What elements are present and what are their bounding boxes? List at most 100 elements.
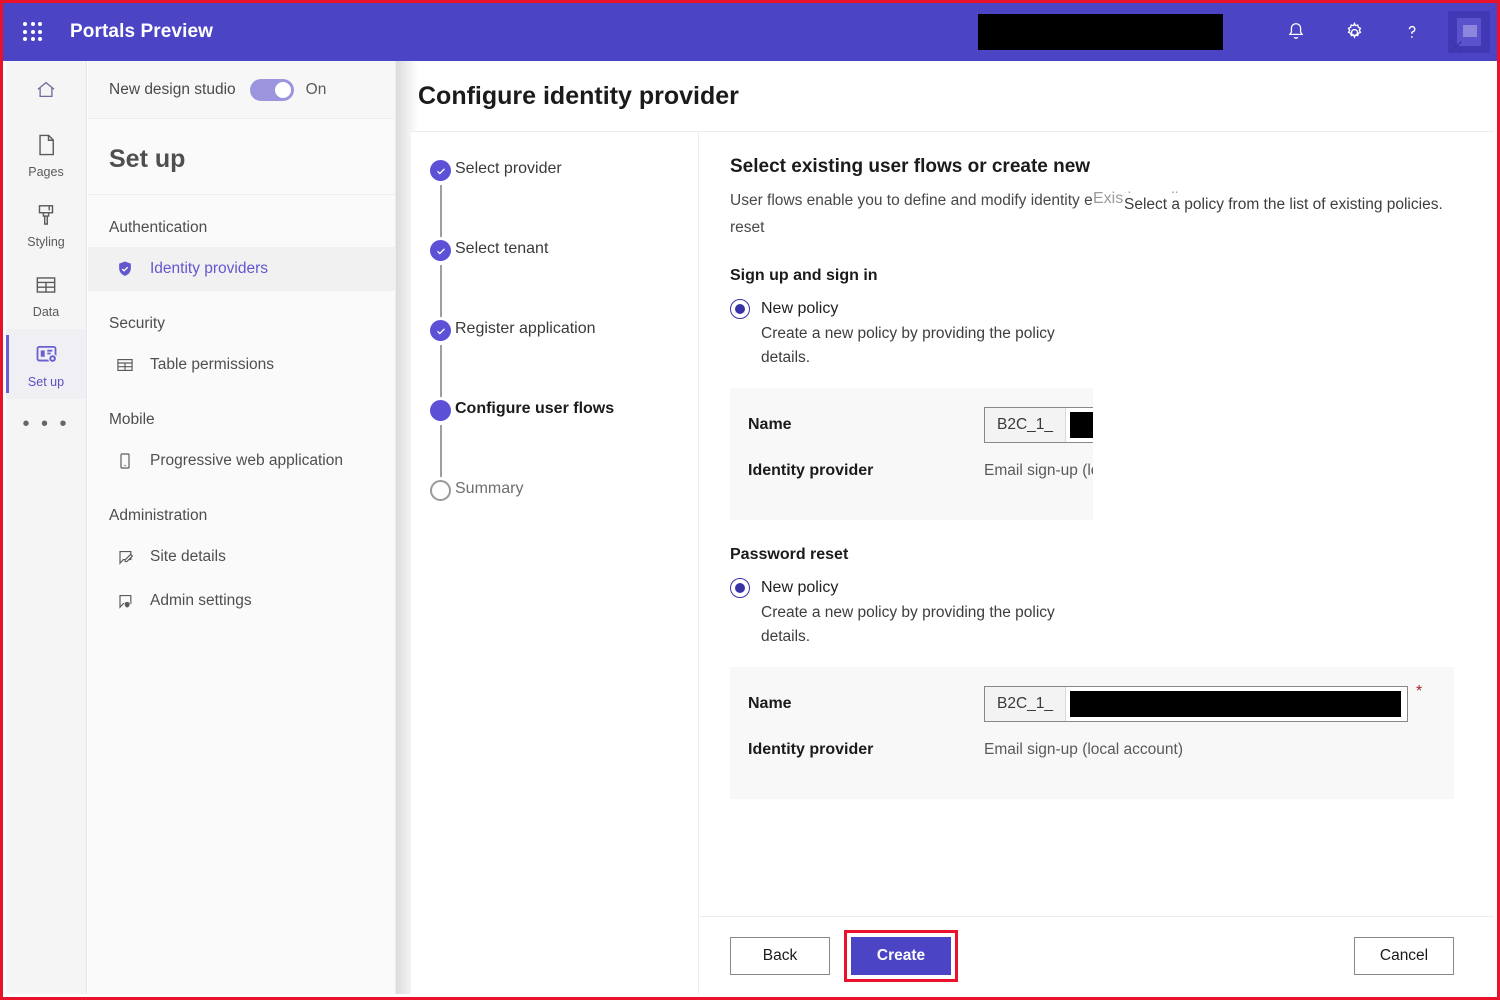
step-select-provider[interactable]: Select provider bbox=[411, 158, 698, 238]
field-value-identity-provider: Email sign-up (local account) bbox=[984, 741, 1183, 759]
nav-group-heading-authentication: Authentication bbox=[88, 195, 395, 247]
settings-icon[interactable] bbox=[1325, 3, 1383, 61]
step-label: Summary bbox=[455, 478, 523, 500]
dialog-header: Configure identity provider bbox=[418, 61, 1494, 131]
radio-description: Create a new policy by providing the pol… bbox=[761, 322, 1080, 370]
required-marker: * bbox=[1416, 681, 1422, 701]
app-launcher-icon[interactable] bbox=[20, 19, 46, 45]
step-label: Register application bbox=[455, 318, 596, 340]
password-reset-new-policy-option[interactable]: New policy Create a new policy by provid… bbox=[730, 578, 1092, 649]
rail-item-label: Pages bbox=[28, 165, 63, 179]
name-prefix: B2C_1_ bbox=[985, 687, 1066, 721]
toggle-knob bbox=[275, 82, 291, 98]
help-icon[interactable] bbox=[1383, 3, 1441, 61]
cancel-button[interactable]: Cancel bbox=[1354, 937, 1454, 975]
radio-inner-dot bbox=[735, 583, 745, 593]
edit-note-icon bbox=[114, 546, 136, 568]
dialog-footer: Back Create Cancel bbox=[700, 916, 1494, 994]
rail-item-label: Data bbox=[33, 305, 59, 319]
new-design-studio-label: New design studio bbox=[109, 81, 236, 99]
setup-nav-panel: New design studio On Set up Authenticati… bbox=[88, 61, 396, 994]
left-rail: Pages Styling Data bbox=[6, 61, 87, 994]
search-box-redacted[interactable] bbox=[978, 14, 1223, 50]
create-button[interactable]: Create bbox=[851, 937, 951, 975]
sidebar-item-site-details[interactable]: Site details bbox=[88, 535, 395, 579]
field-label-name: Name bbox=[748, 416, 984, 434]
rail-item-set-up[interactable]: Set up bbox=[6, 329, 86, 399]
dialog-title: Configure identity provider bbox=[418, 82, 739, 111]
sidebar-item-label: Table permissions bbox=[150, 356, 274, 374]
signup-new-policy-option[interactable]: New policy Create a new policy by provid… bbox=[730, 299, 1092, 370]
check-icon bbox=[430, 320, 451, 341]
name-value-redacted[interactable] bbox=[1070, 691, 1401, 717]
create-button-highlight: Create bbox=[844, 930, 958, 982]
home-icon[interactable] bbox=[6, 61, 86, 119]
check-icon bbox=[430, 240, 451, 261]
step-label: Select provider bbox=[455, 158, 562, 180]
rail-item-label: Styling bbox=[27, 235, 65, 249]
setup-gear-icon bbox=[33, 340, 60, 370]
mobile-icon bbox=[114, 450, 136, 472]
step-configure-user-flows[interactable]: Configure user flows bbox=[411, 398, 698, 478]
rail-item-styling[interactable]: Styling bbox=[6, 189, 86, 259]
shield-check-icon bbox=[114, 258, 136, 280]
password-reset-name-row: Name B2C_1_ * bbox=[748, 681, 1436, 727]
table-icon bbox=[114, 354, 136, 376]
radio-description: Select a policy from the list of existin… bbox=[1124, 193, 1464, 916]
password-reset-name-input[interactable]: B2C_1_ bbox=[984, 686, 1408, 722]
rail-more-icon[interactable]: • • • bbox=[6, 399, 86, 449]
page-title: Set up bbox=[88, 119, 395, 195]
step-label: Configure user flows bbox=[455, 398, 614, 420]
radio-label: New policy bbox=[761, 579, 838, 597]
radio-inner-dot bbox=[735, 304, 745, 314]
password-reset-identity-provider-row: Identity provider Email sign-up (local a… bbox=[748, 727, 1436, 773]
password-reset-policy-radio-group: New policy Create a new policy by provid… bbox=[730, 578, 1454, 649]
toggle-state-label: On bbox=[306, 81, 327, 99]
sidebar-item-label: Identity providers bbox=[150, 260, 268, 278]
app-title: Portals Preview bbox=[70, 21, 213, 43]
radio-new-policy-signup[interactable] bbox=[730, 299, 750, 319]
password-reset-existing-policy-option[interactable]: Existing policy Select a policy from the… bbox=[1092, 578, 1454, 649]
step-connector bbox=[440, 425, 442, 477]
step-select-tenant[interactable]: Select tenant bbox=[411, 238, 698, 318]
app-window: Portals Preview bbox=[0, 0, 1500, 1000]
back-button[interactable]: Back bbox=[730, 937, 830, 975]
nav-group-heading-mobile: Mobile bbox=[88, 387, 395, 439]
sidebar-item-label: Site details bbox=[150, 548, 226, 566]
step-connector bbox=[440, 265, 442, 317]
new-design-studio-toggle[interactable] bbox=[250, 79, 294, 101]
sidebar-item-label: Admin settings bbox=[150, 592, 252, 610]
step-register-application[interactable]: Register application bbox=[411, 318, 698, 398]
notifications-icon[interactable] bbox=[1267, 3, 1325, 61]
step-summary[interactable]: Summary bbox=[411, 478, 698, 518]
rail-item-label: Set up bbox=[28, 375, 64, 389]
radio-new-policy-password-reset[interactable] bbox=[730, 578, 750, 598]
sidebar-item-progressive-web-application[interactable]: Progressive web application bbox=[88, 439, 395, 483]
wizard-stepper: Select provider Select tenant Register a… bbox=[411, 132, 699, 994]
current-step-dot-icon bbox=[430, 400, 451, 421]
field-label-identity-provider: Identity provider bbox=[748, 741, 984, 759]
sidebar-item-admin-settings[interactable]: Admin settings bbox=[88, 579, 395, 623]
content-heading: Select existing user flows or create new bbox=[730, 156, 1454, 178]
admin-shield-icon bbox=[114, 590, 136, 612]
dialog-content: Select existing user flows or create new… bbox=[700, 132, 1494, 919]
close-icon[interactable] bbox=[1440, 31, 1472, 63]
top-app-bar: Portals Preview bbox=[3, 3, 1497, 61]
step-label: Select tenant bbox=[455, 238, 548, 260]
sidebar-item-identity-providers[interactable]: Identity providers bbox=[88, 247, 395, 291]
sidebar-item-table-permissions[interactable]: Table permissions bbox=[88, 343, 395, 387]
paintbrush-icon bbox=[33, 200, 59, 230]
radio-description: Create a new policy by providing the pol… bbox=[761, 601, 1080, 649]
check-icon bbox=[430, 160, 451, 181]
new-design-studio-row: New design studio On bbox=[88, 61, 395, 119]
radio-label: New policy bbox=[761, 300, 838, 318]
field-label-identity-provider: Identity provider bbox=[748, 462, 984, 480]
step-connector bbox=[440, 185, 442, 237]
field-label-name: Name bbox=[748, 695, 984, 713]
rail-item-pages[interactable]: Pages bbox=[6, 119, 86, 189]
step-connector bbox=[440, 345, 442, 397]
rail-item-data[interactable]: Data bbox=[6, 259, 86, 329]
nav-group-heading-administration: Administration bbox=[88, 483, 395, 535]
name-prefix: B2C_1_ bbox=[985, 408, 1066, 442]
table-icon bbox=[33, 270, 59, 300]
